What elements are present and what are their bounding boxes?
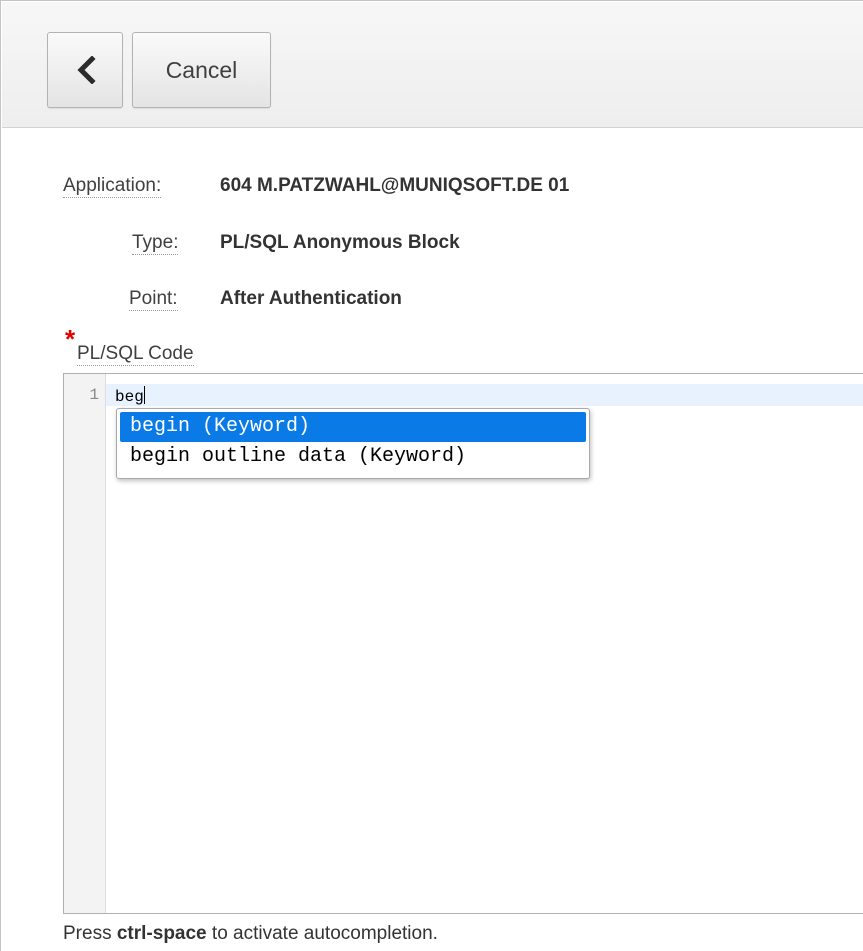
back-button[interactable] <box>47 32 123 108</box>
plsql-code-label: PL/SQL Code <box>77 343 194 366</box>
dialog-frame: Cancel Application: 604 M.PATZWAHL@MUNIQ… <box>0 0 863 951</box>
hint-prefix: Press <box>63 923 117 944</box>
type-label: Type: <box>132 232 179 255</box>
point-label: Point: <box>129 288 178 311</box>
type-value: PL/SQL Anonymous Block <box>220 232 460 253</box>
cancel-button-label: Cancel <box>165 57 238 83</box>
button-toolbar: Cancel <box>2 2 863 128</box>
active-line-highlight <box>106 384 863 406</box>
autocomplete-item[interactable]: begin outline data (Keyword) <box>120 442 586 472</box>
line-number: 1 <box>89 386 99 404</box>
chevron-left-icon <box>77 56 96 84</box>
autocomplete-hint: Press ctrl-space to activate autocomplet… <box>63 923 438 945</box>
hint-suffix: to activate autocompletion. <box>206 923 438 944</box>
text-cursor <box>143 386 145 404</box>
code-line[interactable]: beg <box>115 386 145 406</box>
code-text: beg <box>115 388 144 406</box>
application-value: 604 M.PATZWAHL@MUNIQSOFT.DE 01 <box>220 175 570 196</box>
cancel-button[interactable]: Cancel <box>132 32 271 108</box>
hint-shortcut: ctrl-space <box>116 923 207 944</box>
autocomplete-popup: begin (Keyword) begin outline data (Keyw… <box>116 408 590 479</box>
autocomplete-item[interactable]: begin (Keyword) <box>120 412 586 442</box>
required-marker: * <box>65 324 76 354</box>
application-label: Application: <box>63 175 162 198</box>
point-value: After Authentication <box>220 288 402 309</box>
line-gutter: 1 <box>64 374 106 913</box>
